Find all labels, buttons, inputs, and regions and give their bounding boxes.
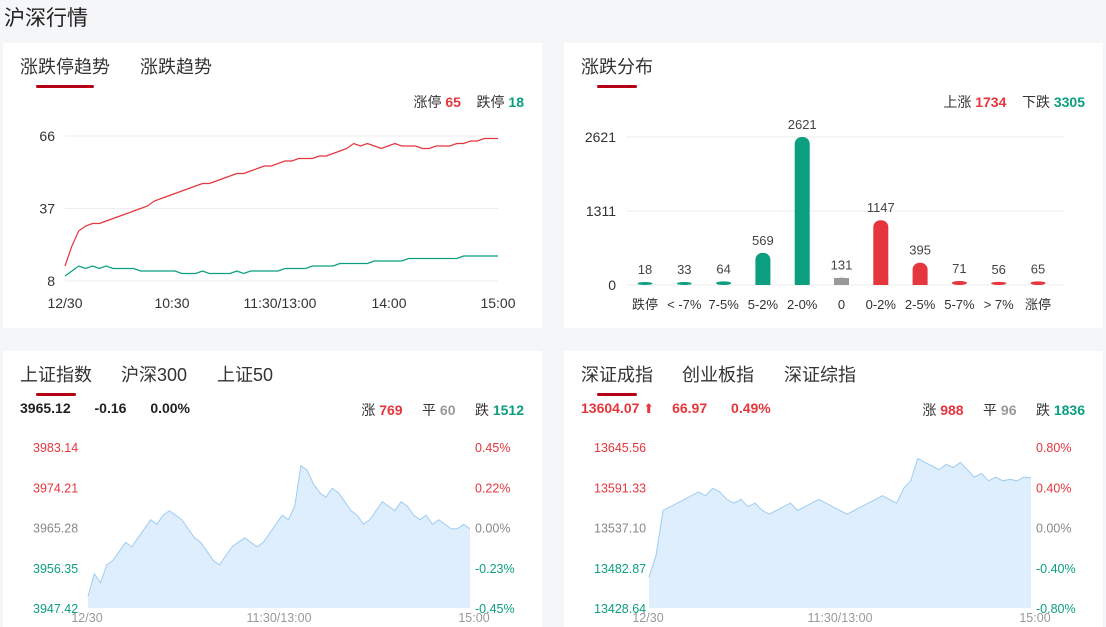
bar-base: [873, 278, 889, 285]
y-tick-label-left: 3983.14: [33, 441, 78, 455]
y-tick-label-right: 0.00%: [475, 522, 510, 536]
bar: [951, 280, 967, 285]
bar-category-label: 0-2%: [866, 297, 897, 312]
bar-value-label: 64: [716, 261, 730, 276]
x-tick-label: 14:00: [371, 295, 406, 311]
x-tick-label: 15:00: [480, 295, 515, 311]
sh-intraday-chart: 3983.14 0.45% 3974.21 0.22% 3965.28 0.00% 3956…: [33, 441, 515, 625]
bar-value-label: 65: [1031, 261, 1045, 276]
bar-category-label: 5-7%: [944, 297, 975, 312]
bar-category-label: 跌停: [632, 297, 658, 312]
y-tick-label: 0: [608, 277, 616, 293]
y-tick-label-left: 13537.10: [594, 522, 646, 536]
x-tick-label: 15:00: [1019, 611, 1050, 625]
x-tick-label: 12/30: [71, 611, 102, 625]
series-line-limit-down: [64, 255, 498, 277]
bar-category-label: 2-5%: [905, 297, 936, 312]
bar-base: [755, 278, 771, 285]
series-line-limit-up: [64, 137, 498, 267]
y-tick-label-right: 0.00%: [1036, 522, 1071, 536]
bar-category-label: 2-0%: [787, 297, 818, 312]
bar-category-label: 5-2%: [748, 297, 779, 312]
bar-category-label: > 7%: [984, 297, 1014, 312]
y-tick-label-left: 3974.21: [33, 481, 78, 495]
limit-trend-card: 涨跌停趋势 涨跌趋势 涨停 65 跌停 18 66 37 8 12/30 10:30 11…: [3, 43, 542, 328]
y-tick-label-right: 0.40%: [1036, 481, 1071, 495]
bar: [1030, 281, 1046, 285]
y-tick-label-right: 0.45%: [475, 441, 510, 455]
bar-category-label: 0: [838, 297, 845, 312]
x-tick-label: 15:00: [458, 611, 489, 625]
x-tick-label: 10:30: [154, 295, 189, 311]
bar-value-label: 2621: [788, 117, 817, 132]
bar-value-label: 569: [752, 233, 774, 248]
bar-base: [834, 278, 849, 285]
y-tick-label-right: -0.40%: [1036, 562, 1076, 576]
y-tick-label-left: 3956.35: [33, 562, 78, 576]
y-tick-label-left: 3965.28: [33, 522, 78, 536]
bar-base: [794, 278, 810, 285]
page-title: 沪深行情: [4, 7, 88, 30]
x-tick-label: 11:30/13:00: [246, 611, 311, 625]
sz-intraday-chart: 13645.56 0.80% 13591.33 0.40% 13537.10 0.00% 1…: [594, 441, 1076, 625]
bar: [676, 282, 692, 285]
distribution-card: 涨跌分布 上涨 1734 下跌 3305 2621 1311 0 18 跌停 33 < -7…: [564, 43, 1103, 328]
bar-value-label: 131: [831, 258, 853, 273]
y-tick-label-right: 0.22%: [475, 481, 510, 495]
bar-category-label: < -7%: [667, 297, 702, 312]
area-fill: [649, 458, 1031, 608]
bar-value-label: 18: [638, 262, 652, 277]
sz-index-card: 深证成指 创业板指 深证综指 13604.07 ⬆ 66.97 0.49% 涨 …: [564, 351, 1103, 627]
bar-value-label: 1147: [867, 200, 895, 215]
bar: [991, 281, 1007, 285]
bar-value-label: 395: [909, 243, 931, 258]
y-tick-label-right: -0.23%: [475, 562, 515, 576]
x-tick-label: 12/30: [47, 295, 82, 311]
y-tick-label-left: 13645.56: [594, 441, 646, 455]
x-tick-label: 11:30/13:00: [244, 295, 317, 311]
y-tick-label: 2621: [585, 129, 616, 145]
bar-category-label: 7-5%: [708, 297, 739, 312]
y-tick-label-left: 13591.33: [594, 481, 646, 495]
bar: [716, 281, 732, 285]
y-tick-label: 1311: [586, 203, 616, 219]
x-tick-label: 12/30: [632, 611, 663, 625]
bar: [637, 282, 653, 285]
distribution-chart: 2621 1311 0 18 跌停 33 < -7% 64 7-5% 569 5-2% 2621 2-0…: [585, 117, 1064, 312]
y-tick-label-right: 0.80%: [1036, 441, 1071, 455]
x-tick-label: 11:30/13:00: [807, 611, 872, 625]
limit-trend-chart: 66 37 8 12/30 10:30 11:30/13:00 14:00 15:00: [39, 128, 515, 311]
y-tick-label: 37: [39, 201, 55, 217]
bar-category-label: 涨停: [1025, 297, 1051, 312]
bar: [873, 220, 889, 285]
sh-index-card: 上证指数 沪深300 上证50 3965.12 -0.16 0.00% 涨 76…: [3, 351, 542, 627]
y-tick-label: 8: [47, 273, 55, 289]
bar-value-label: 71: [952, 261, 966, 276]
bar-value-label: 33: [677, 262, 691, 277]
bar: [794, 137, 810, 285]
y-tick-label: 66: [39, 128, 55, 144]
area-fill: [88, 465, 470, 608]
y-tick-label-left: 13482.87: [594, 562, 646, 576]
bar-value-label: 56: [991, 262, 1005, 277]
bar-base: [912, 278, 928, 285]
